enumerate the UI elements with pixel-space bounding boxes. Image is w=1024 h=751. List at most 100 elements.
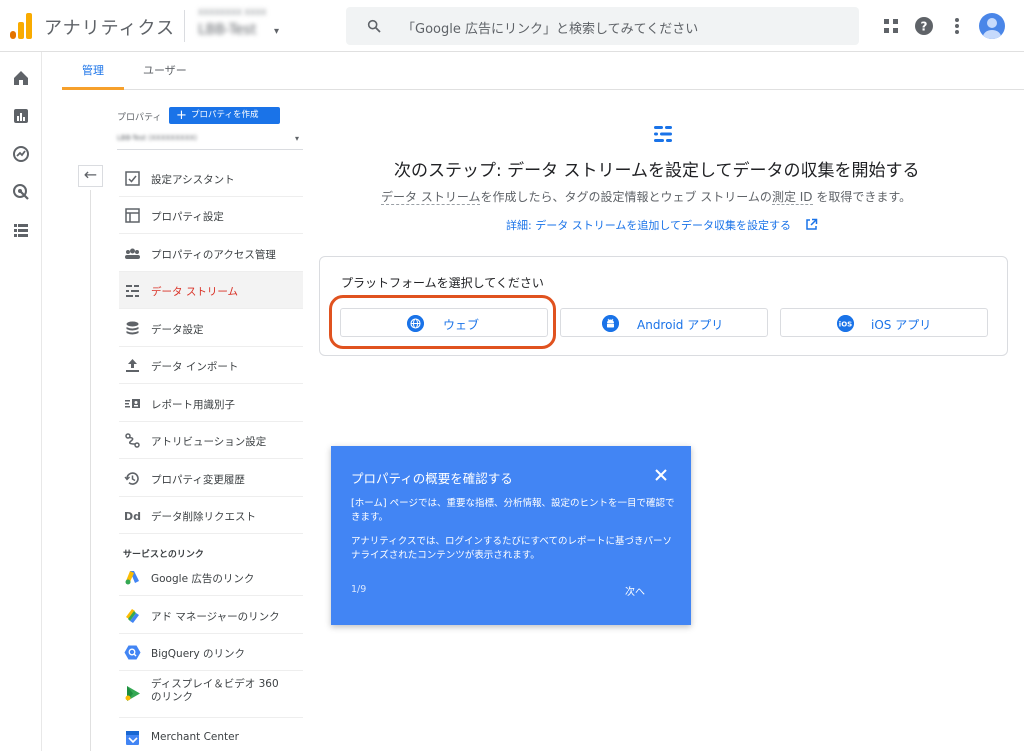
data-streams-icon xyxy=(126,285,139,297)
tab-active-indicator xyxy=(62,87,124,90)
google-ads-icon xyxy=(125,571,139,585)
nav-data-settings[interactable]: データ設定 xyxy=(119,310,303,347)
ios-badge-text: iOS xyxy=(839,321,852,329)
ios-icon: iOS xyxy=(837,315,854,332)
database-icon xyxy=(126,321,139,335)
nav-label-line2: のリンク xyxy=(151,691,193,703)
create-property-label: プロパティを作成 xyxy=(191,110,259,120)
checklist-icon xyxy=(125,171,140,186)
top-bar: アナリティクス XXXXXXXX XXXX LBB-Test ▾ 「Google… xyxy=(0,0,1024,52)
android-platform-button[interactable]: Android アプリ xyxy=(560,308,768,337)
nav-dv360-links[interactable]: ディスプレイ＆ビデオ 360 のリンク xyxy=(119,672,303,718)
plus-icon: + xyxy=(176,108,187,123)
help-icon[interactable]: ? xyxy=(913,15,935,37)
ios-platform-label: iOS アプリ xyxy=(871,318,932,332)
nav-data-import[interactable]: データ インポート xyxy=(119,347,303,384)
home-icon[interactable] xyxy=(12,69,30,87)
web-button-highlight xyxy=(329,295,556,349)
user-avatar-icon xyxy=(983,18,1001,39)
nav-label: プロパティのアクセス管理 xyxy=(151,249,276,261)
account-name[interactable]: XXXXXXXX XXXX xyxy=(198,8,266,17)
page-description: データ ストリームを作成したら、タグの設定情報とウェブ ストリームの測定 ID … xyxy=(381,188,911,205)
platform-card-title: プラットフォームを選択してください xyxy=(341,276,544,290)
nav-attribution-settings[interactable]: アトリビューション設定 xyxy=(119,422,303,459)
analytics-logo-icon[interactable] xyxy=(10,13,32,39)
nav-merchant-center[interactable]: Merchant Center xyxy=(119,719,303,751)
advertising-icon[interactable] xyxy=(12,183,30,201)
tooltip-body-1: [ホーム] ページでは、重要な指標、分析情報、設定のヒントを一目で確認できます。 xyxy=(351,498,675,523)
description-text-end: を取得できます。 xyxy=(812,190,912,204)
nav-label: Google 広告のリンク xyxy=(151,573,255,585)
explore-icon[interactable] xyxy=(12,145,30,163)
bigquery-icon xyxy=(124,645,141,660)
data-deletion-icon: Dd xyxy=(124,510,141,523)
nav-label: アド マネージャーのリンク xyxy=(151,611,280,623)
nav-google-ads-links[interactable]: Google 広告のリンク xyxy=(119,559,303,596)
search-icon xyxy=(367,19,381,33)
svg-text:Dd: Dd xyxy=(124,510,141,523)
tooltip-title: プロパティの概要を確認する xyxy=(351,471,513,486)
back-button[interactable]: ← xyxy=(78,165,103,187)
property-switcher[interactable]: LBB-Test xyxy=(198,22,256,38)
app-title: アナリティクス xyxy=(44,18,176,39)
nav-property-settings[interactable]: プロパティ設定 xyxy=(119,197,303,234)
list-icon[interactable] xyxy=(12,221,30,239)
nav-label: データ インポート xyxy=(151,361,239,373)
nav-property-access[interactable]: プロパティのアクセス管理 xyxy=(119,235,303,272)
ios-platform-button[interactable]: iOS iOS アプリ xyxy=(780,308,988,337)
search-placeholder[interactable]: 「Google 広告にリンク」と検索してみてください xyxy=(402,18,698,37)
tooltip-next-button[interactable]: 次へ xyxy=(625,583,645,598)
nav-label: BigQuery のリンク xyxy=(151,648,246,660)
nav-property-change-history[interactable]: プロパティ変更履歴 xyxy=(119,460,303,497)
page-title: 次のステップ: データ ストリームを設定してデータの収集を開始する xyxy=(394,161,920,181)
ad-manager-icon xyxy=(126,609,139,623)
divider xyxy=(184,10,185,42)
android-platform-label: Android アプリ xyxy=(637,318,724,332)
apps-grid-icon[interactable] xyxy=(880,15,902,37)
nav-label: Merchant Center xyxy=(151,731,239,743)
nav-label-line1: ディスプレイ＆ビデオ 360 xyxy=(151,678,279,690)
open-in-new-icon[interactable] xyxy=(805,218,818,231)
description-text: を作成したら、タグの設定情報とウェブ ストリームの xyxy=(480,190,772,204)
property-label: プロパティ xyxy=(117,113,162,123)
nav-ad-manager-links[interactable]: アド マネージャーのリンク xyxy=(119,597,303,634)
nav-setup-assistant[interactable]: 設定アシスタント xyxy=(119,160,303,197)
avatar[interactable] xyxy=(979,13,1005,39)
more-vert-icon[interactable] xyxy=(946,15,968,37)
search-bar[interactable]: 「Google 広告にリンク」と検索してみてください xyxy=(346,7,859,45)
nav-data-streams[interactable]: データ ストリーム xyxy=(119,272,303,309)
create-property-button[interactable]: + プロパティを作成 xyxy=(169,107,280,124)
nav-data-deletion-requests[interactable]: Dd データ削除リクエスト xyxy=(119,497,303,534)
property-settings-icon xyxy=(125,208,140,223)
nav-label: データ ストリーム xyxy=(151,286,239,298)
dv360-icon xyxy=(125,686,140,701)
property-select[interactable]: LBB-Test (XXXXXXXXX) ▾ xyxy=(117,130,303,150)
svg-text:?: ? xyxy=(921,20,928,34)
nav-bigquery-links[interactable]: BigQuery のリンク xyxy=(119,634,303,671)
identity-icon xyxy=(125,399,140,408)
tooltip-step-counter: 1/9 xyxy=(351,584,367,595)
nav-label: ディスプレイ＆ビデオ 360 のリンク xyxy=(151,678,279,704)
nav-label: プロパティ設定 xyxy=(151,211,224,223)
nav-label: レポート用識別子 xyxy=(151,399,235,411)
tab-admin[interactable]: 管理 xyxy=(82,62,104,78)
chevron-down-icon[interactable]: ▾ xyxy=(274,26,279,37)
left-rail xyxy=(0,52,42,751)
nav-reporting-identity[interactable]: レポート用識別子 xyxy=(119,385,303,422)
learn-more-link[interactable]: 詳細: データ ストリームを追加してデータ収集を設定する xyxy=(506,217,791,233)
history-icon xyxy=(124,472,139,485)
merchant-center-icon xyxy=(126,731,139,745)
divider xyxy=(90,190,91,751)
data-stream-term[interactable]: データ ストリーム xyxy=(381,190,481,205)
reports-icon[interactable] xyxy=(12,107,30,125)
android-icon xyxy=(602,315,619,332)
tab-user[interactable]: ユーザー xyxy=(143,62,187,78)
measurement-id-term[interactable]: 測定 ID xyxy=(771,190,813,205)
arrow-left-icon: ← xyxy=(83,165,98,184)
upload-icon xyxy=(126,359,139,372)
close-icon[interactable] xyxy=(653,467,669,483)
selected-property: LBB-Test (XXXXXXXXX) xyxy=(117,134,198,142)
attribution-icon xyxy=(125,433,140,448)
people-icon xyxy=(125,248,140,259)
nav-label: データ設定 xyxy=(151,324,204,336)
